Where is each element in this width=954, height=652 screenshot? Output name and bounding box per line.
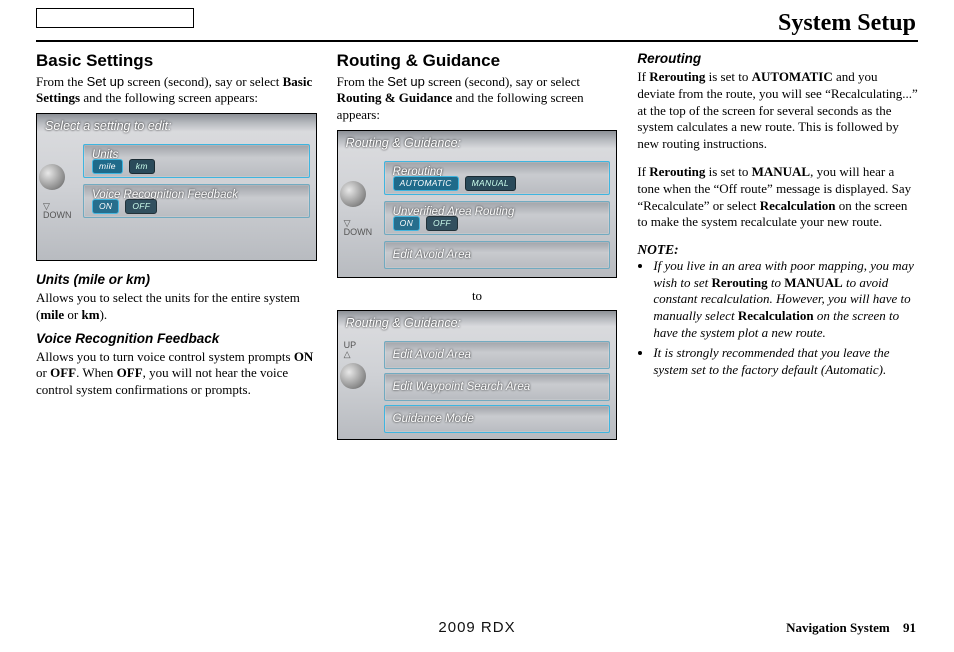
footer-section-label: Navigation System <box>786 620 890 635</box>
units-row: Units mile km <box>83 144 310 178</box>
voice-feedback-row: Voice Recognition Feedback ON OFF <box>83 184 310 218</box>
unverified-area-row: Unverified Area Routing ON OFF <box>384 201 611 235</box>
note-heading: NOTE: <box>637 241 918 258</box>
routing-screenshot-2: Routing & Guidance: UP△ 1 Edit Avoid Are… <box>337 310 618 440</box>
units-paragraph: Allows you to select the units for the e… <box>36 290 317 323</box>
page-title: System Setup <box>778 10 916 37</box>
screenshot-title: Routing & Guidance: <box>346 315 461 331</box>
column-basic-settings: Basic Settings From the Set up screen (s… <box>36 50 317 450</box>
note-list: If you live in an area with poor mapping… <box>637 258 918 378</box>
footer-page-info: Navigation System 91 <box>786 620 916 636</box>
screenshot-title: Select a setting to edit: <box>45 118 171 134</box>
routing-intro: From the Set up screen (second), say or … <box>337 74 618 124</box>
edit-waypoint-row: Edit Waypoint Search Area <box>384 373 611 401</box>
down-arrow-icon: ▽DOWN <box>43 202 75 220</box>
units-km-pill: km <box>129 159 155 174</box>
edit-avoid-area-row-2: Edit Avoid Area <box>384 341 611 369</box>
voice-off-pill: OFF <box>125 199 157 214</box>
footer-page-number: 91 <box>903 620 916 635</box>
dial-icon <box>39 164 65 190</box>
basic-settings-screenshot: Select a setting to edit: ▽DOWN 1 Units … <box>36 113 317 261</box>
dial-icon <box>340 363 366 389</box>
header-empty-box <box>36 8 194 28</box>
rerouting-row: Rerouting AUTOMATIC MANUAL <box>384 161 611 195</box>
rerouting-paragraph-auto: If Rerouting is set to AUTOMATIC and you… <box>637 69 918 152</box>
up-arrow-icon: UP△ <box>344 341 376 359</box>
to-label: to <box>337 288 618 305</box>
voice-paragraph: Allows you to turn voice control system … <box>36 349 317 399</box>
note-item-2: It is strongly recommended that you leav… <box>653 345 918 378</box>
screenshot-title: Routing & Guidance: <box>346 135 461 151</box>
content-columns: Basic Settings From the Set up screen (s… <box>36 50 918 450</box>
edit-avoid-area-row: Edit Avoid Area <box>384 241 611 269</box>
down-arrow-icon: ▽DOWN <box>344 219 376 237</box>
basic-settings-intro: From the Set up screen (second), say or … <box>36 74 317 107</box>
rerouting-paragraph-manual: If Rerouting is set to MANUAL, you will … <box>637 164 918 231</box>
dial-icon <box>340 181 366 207</box>
voice-subheading: Voice Recognition Feedback <box>36 330 317 347</box>
column-rerouting: Rerouting If Rerouting is set to AUTOMAT… <box>637 50 918 450</box>
routing-heading: Routing & Guidance <box>337 50 618 72</box>
units-subheading: Units (mile or km) <box>36 271 317 288</box>
rerouting-subheading: Rerouting <box>637 50 918 67</box>
guidance-mode-row: Guidance Mode <box>384 405 611 433</box>
voice-on-pill: ON <box>92 199 119 214</box>
note-item-1: If you live in an area with poor mapping… <box>653 258 918 341</box>
column-routing-guidance: Routing & Guidance From the Set up scree… <box>337 50 618 450</box>
routing-screenshot-1: Routing & Guidance: ▽DOWN 1 Rerouting AU… <box>337 130 618 278</box>
units-mile-pill: mile <box>92 159 123 174</box>
header-rule <box>36 40 918 42</box>
basic-settings-heading: Basic Settings <box>36 50 317 72</box>
